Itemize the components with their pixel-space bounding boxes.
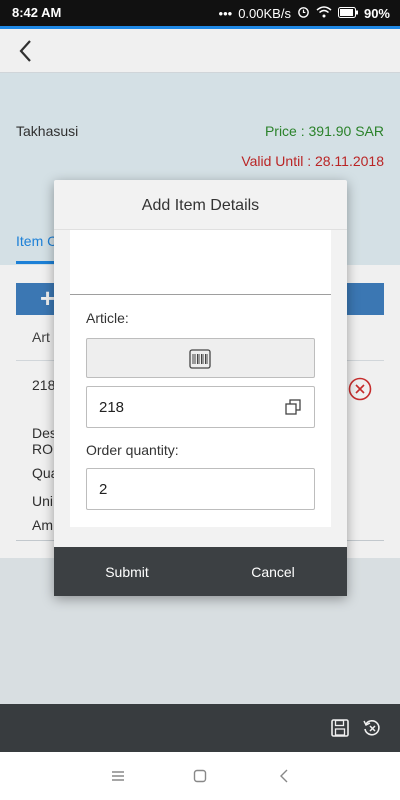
network-speed: 0.00KB/s (238, 5, 291, 21)
add-item-dialog: Add Item Details Article: Order quantity… (54, 180, 347, 596)
dialog-title: Add Item Details (141, 197, 260, 214)
submit-button[interactable]: Submit (54, 547, 200, 596)
dots-icon: ••• (218, 5, 233, 21)
dialog-footer: Submit Cancel (54, 547, 347, 596)
scan-barcode-button[interactable] (86, 338, 315, 378)
menu-icon[interactable] (110, 768, 126, 784)
order-quantity-label: Order quantity: (86, 442, 179, 458)
alarm-icon (297, 5, 310, 21)
status-icons: ••• 0.00KB/s 90% (219, 5, 390, 21)
order-quantity-input[interactable] (86, 468, 315, 510)
article-input[interactable] (86, 386, 315, 428)
cancel-button[interactable]: Cancel (200, 547, 346, 596)
home-icon[interactable] (192, 768, 208, 784)
wifi-icon (316, 5, 332, 21)
battery-icon (337, 6, 358, 21)
battery-level: 90% (363, 5, 390, 21)
status-bar: 8:42 AM ••• 0.00KB/s 90% (0, 0, 400, 26)
dialog-body: Article: Order quantity: (70, 230, 331, 527)
system-nav-bar (0, 752, 400, 800)
divider (70, 294, 331, 295)
nav-back-icon[interactable] (276, 768, 292, 784)
barcode-icon (189, 349, 211, 369)
status-time: 8:42 AM (12, 5, 62, 20)
copy-icon[interactable] (284, 398, 302, 416)
article-label: Article: (86, 310, 129, 326)
